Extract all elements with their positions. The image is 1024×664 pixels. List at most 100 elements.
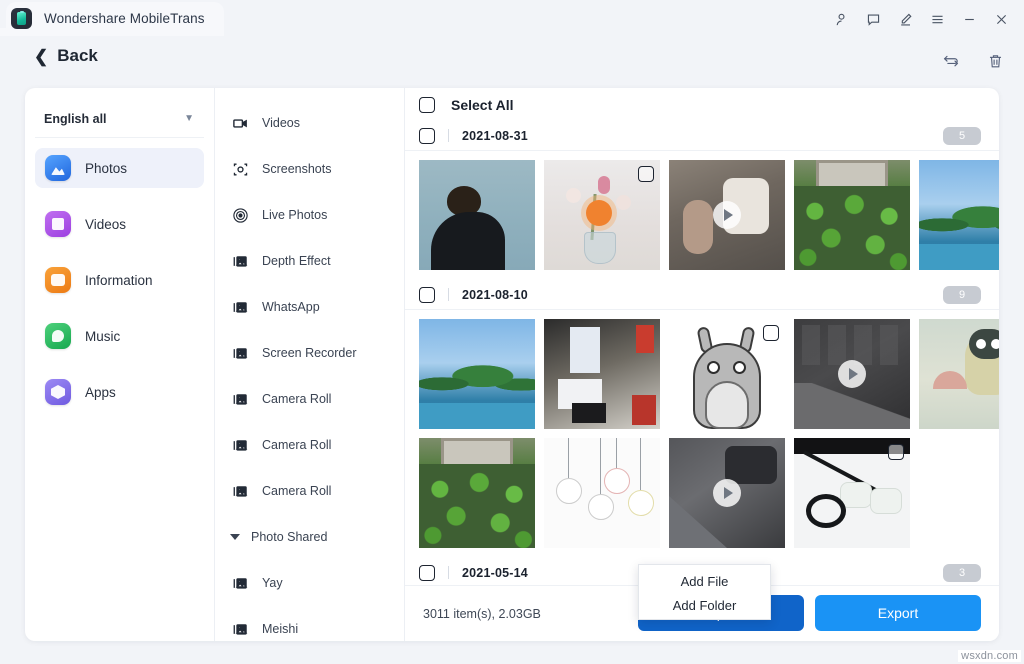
album-item-videos[interactable]: Videos bbox=[215, 100, 404, 146]
thumbnail-row bbox=[405, 310, 999, 429]
delete-icon[interactable] bbox=[982, 48, 1008, 74]
menu-icon[interactable] bbox=[922, 6, 952, 32]
album-label: Depth Effect bbox=[262, 254, 331, 268]
album-list: Videos Screenshots Live Photos bbox=[215, 88, 405, 641]
group-date: 2021-08-31 bbox=[462, 129, 528, 143]
photo-thumbnail[interactable] bbox=[544, 319, 660, 429]
sidebar-item-information[interactable]: Information bbox=[35, 260, 204, 300]
album-item-camera-roll-2[interactable]: Camera Roll bbox=[215, 422, 404, 468]
edit-icon[interactable] bbox=[890, 6, 920, 32]
album-item-screen-recorder[interactable]: Screen Recorder bbox=[215, 330, 404, 376]
album-item-camera-roll-1[interactable]: Camera Roll bbox=[215, 376, 404, 422]
divider bbox=[448, 129, 449, 142]
album-label: Screenshots bbox=[262, 162, 331, 176]
album-label: Videos bbox=[262, 116, 300, 130]
gallery-panel: Select All 2021-08-31 5 bbox=[405, 88, 999, 641]
sidebar-item-music[interactable]: Music bbox=[35, 316, 204, 356]
divider bbox=[448, 566, 449, 579]
video-thumbnail[interactable] bbox=[669, 438, 785, 548]
photo-thumbnail[interactable] bbox=[419, 438, 535, 548]
photo-thumbnail[interactable] bbox=[919, 319, 999, 429]
play-icon bbox=[838, 360, 866, 388]
thumbnail-row bbox=[405, 151, 999, 270]
album-item-screenshots[interactable]: Screenshots bbox=[215, 146, 404, 192]
menu-item-add-file[interactable]: Add File bbox=[639, 569, 770, 593]
album-item-depth-effect[interactable]: Depth Effect bbox=[215, 238, 404, 284]
album-item-camera-roll-3[interactable]: Camera Roll bbox=[215, 468, 404, 514]
sidebar-item-label: Music bbox=[85, 329, 120, 344]
photo-thumbnail[interactable] bbox=[544, 160, 660, 270]
album-label: Camera Roll bbox=[262, 438, 331, 452]
date-group-header: 2021-08-10 9 bbox=[405, 280, 999, 310]
sidebar-item-label: Photos bbox=[85, 161, 127, 176]
album-label: Screen Recorder bbox=[262, 346, 357, 360]
photo-thumbnail[interactable] bbox=[544, 438, 660, 548]
close-icon[interactable] bbox=[986, 6, 1016, 32]
photo-thumbnail[interactable] bbox=[919, 160, 999, 270]
photo-thumbnail[interactable] bbox=[419, 319, 535, 429]
album-label: Camera Roll bbox=[262, 392, 331, 406]
menu-item-add-folder[interactable]: Add Folder bbox=[639, 593, 770, 617]
date-group-header: 2021-08-31 5 bbox=[405, 121, 999, 151]
sync-icon[interactable] bbox=[938, 48, 964, 74]
album-label: WhatsApp bbox=[262, 300, 320, 314]
feedback-icon[interactable] bbox=[858, 6, 888, 32]
app-window: Wondershare MobileTrans bbox=[0, 0, 1024, 664]
music-icon bbox=[45, 323, 71, 349]
album-item-meishi[interactable]: Meishi bbox=[215, 606, 404, 641]
library-summary: 3011 item(s), 2.03GB bbox=[423, 607, 541, 621]
album-item-live-photos[interactable]: Live Photos bbox=[215, 192, 404, 238]
video-camera-icon bbox=[231, 114, 249, 132]
caret-down-icon bbox=[229, 528, 241, 546]
screenshot-icon bbox=[231, 160, 249, 178]
minimize-icon[interactable] bbox=[954, 6, 984, 32]
photo-thumbnail[interactable] bbox=[794, 438, 910, 548]
photo-stack-icon bbox=[231, 620, 249, 638]
group-checkbox[interactable] bbox=[419, 287, 435, 303]
play-icon bbox=[713, 479, 741, 507]
select-all-label: Select All bbox=[451, 97, 514, 113]
export-button[interactable]: Export bbox=[815, 595, 981, 631]
video-thumbnail[interactable] bbox=[669, 160, 785, 270]
photos-icon bbox=[45, 155, 71, 181]
window-controls bbox=[826, 6, 1016, 32]
sidebar-nav: Photos Videos Information Music Apps bbox=[25, 138, 214, 412]
photo-stack-icon bbox=[231, 298, 249, 316]
album-group-photo-shared[interactable]: Photo Shared bbox=[215, 514, 404, 560]
header-tools bbox=[938, 48, 1008, 74]
thumbnail-checkbox[interactable] bbox=[888, 444, 904, 460]
chevron-down-icon: ▼ bbox=[184, 113, 194, 124]
photo-thumbnail[interactable] bbox=[669, 319, 785, 429]
photo-stack-icon bbox=[231, 390, 249, 408]
album-label: Yay bbox=[262, 576, 283, 590]
photo-stack-icon bbox=[231, 344, 249, 362]
sidebar-item-label: Apps bbox=[85, 385, 116, 400]
photo-thumbnail[interactable] bbox=[419, 160, 535, 270]
content-card: English all ▼ Photos Videos Information bbox=[25, 88, 999, 641]
thumbnail-checkbox[interactable] bbox=[763, 325, 779, 341]
photo-stack-icon bbox=[231, 482, 249, 500]
album-label: Live Photos bbox=[262, 208, 327, 222]
photo-thumbnail[interactable] bbox=[794, 160, 910, 270]
album-item-yay[interactable]: Yay bbox=[215, 560, 404, 606]
information-icon bbox=[45, 267, 71, 293]
thumbnail-checkbox[interactable] bbox=[638, 166, 654, 182]
group-checkbox[interactable] bbox=[419, 565, 435, 581]
title-bar: Wondershare MobileTrans bbox=[0, 0, 1024, 36]
language-selector[interactable]: English all ▼ bbox=[35, 100, 204, 138]
photo-stack-icon bbox=[231, 252, 249, 270]
import-context-menu: Add File Add Folder bbox=[638, 564, 771, 620]
sidebar-item-label: Information bbox=[85, 273, 153, 288]
sidebar-item-photos[interactable]: Photos bbox=[35, 148, 204, 188]
account-icon[interactable] bbox=[826, 6, 856, 32]
video-thumbnail[interactable] bbox=[794, 319, 910, 429]
back-button[interactable]: ❮ Back bbox=[34, 46, 98, 66]
thumbnail-row bbox=[405, 429, 999, 548]
apps-icon bbox=[45, 379, 71, 405]
album-item-whatsapp[interactable]: WhatsApp bbox=[215, 284, 404, 330]
group-checkbox[interactable] bbox=[419, 128, 435, 144]
select-all-checkbox[interactable] bbox=[419, 97, 435, 113]
sidebar-item-apps[interactable]: Apps bbox=[35, 372, 204, 412]
sidebar-item-videos[interactable]: Videos bbox=[35, 204, 204, 244]
mobiletrans-logo-icon bbox=[11, 8, 32, 29]
